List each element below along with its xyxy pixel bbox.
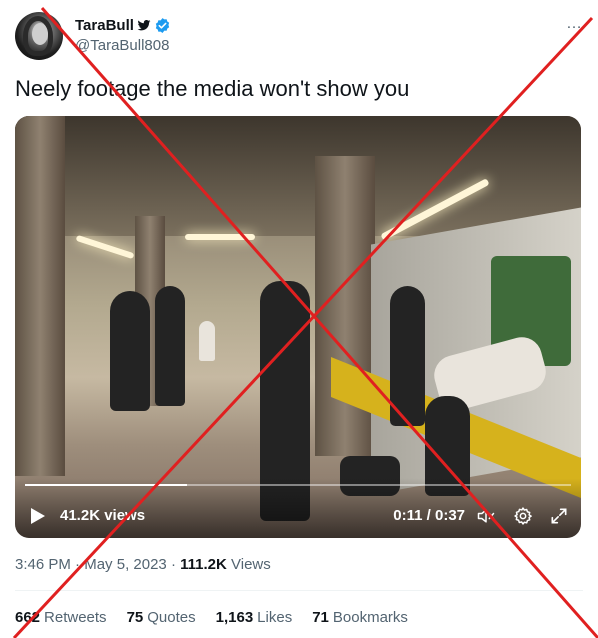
avatar-face — [32, 23, 48, 45]
name-row: TaraBull — [75, 15, 171, 35]
tweet-stats: 662 Retweets 75 Quotes 1,163 Likes 71 Bookma… — [15, 609, 408, 626]
views-label: Views — [226, 556, 271, 573]
person-figure — [390, 286, 425, 426]
gear-icon[interactable] — [513, 506, 533, 526]
tweet-header: TaraBull @TaraBull808 … — [15, 12, 585, 62]
video-views: 41.2K views — [60, 507, 146, 524]
verified-icon — [155, 17, 170, 33]
fullscreen-icon[interactable] — [549, 506, 569, 526]
stat-retweets[interactable]: 662 Retweets — [15, 609, 107, 626]
station-ceiling — [15, 116, 581, 236]
bird-icon — [137, 19, 151, 31]
volume-icon[interactable] — [475, 506, 497, 526]
views-count: 111.2K — [180, 556, 227, 573]
display-name[interactable]: TaraBull — [75, 17, 134, 34]
tweet-meta: 3:46 PM · May 5, 2023 · 111.2K Views — [15, 556, 271, 573]
play-icon[interactable] — [31, 508, 45, 524]
person-figure — [110, 291, 150, 411]
stat-label: Quotes — [147, 609, 196, 626]
more-options-icon[interactable]: … — [566, 15, 583, 33]
ceiling-light — [75, 234, 135, 260]
person-figure — [155, 286, 185, 406]
tweet-text: Neely footage the media won't show you — [15, 76, 410, 101]
video-time: 0:11 / 0:37 — [393, 507, 465, 524]
meta-separator: · — [70, 556, 85, 573]
divider — [15, 590, 583, 591]
stat-label: Likes — [257, 609, 293, 626]
meta-separator: · — [166, 556, 181, 573]
tweet-time[interactable]: 3:46 PM — [15, 556, 71, 573]
person-figure — [199, 321, 215, 361]
stat-label: Retweets — [44, 609, 107, 626]
stat-bookmarks[interactable]: 71 Bookmarks — [312, 609, 408, 626]
stat-label: Bookmarks — [332, 609, 408, 626]
video-frame — [15, 116, 581, 538]
stat-count: 662 — [15, 609, 41, 626]
stat-count: 75 — [126, 609, 144, 626]
video-player[interactable]: 41.2K views 0:11 / 0:37 — [15, 116, 581, 538]
avatar[interactable] — [15, 12, 63, 60]
ceiling-light — [185, 234, 255, 240]
user-handle[interactable]: @TaraBull808 — [75, 37, 169, 54]
pillar — [15, 116, 65, 476]
progress-fill — [25, 484, 188, 486]
progress-bar[interactable] — [25, 484, 571, 486]
stat-count: 71 — [312, 609, 329, 626]
stat-quotes[interactable]: 75 Quotes — [127, 609, 196, 626]
stat-likes[interactable]: 1,163 Likes — [216, 609, 293, 626]
stat-count: 1,163 — [215, 609, 254, 626]
tweet-date[interactable]: May 5, 2023 — [84, 556, 167, 573]
